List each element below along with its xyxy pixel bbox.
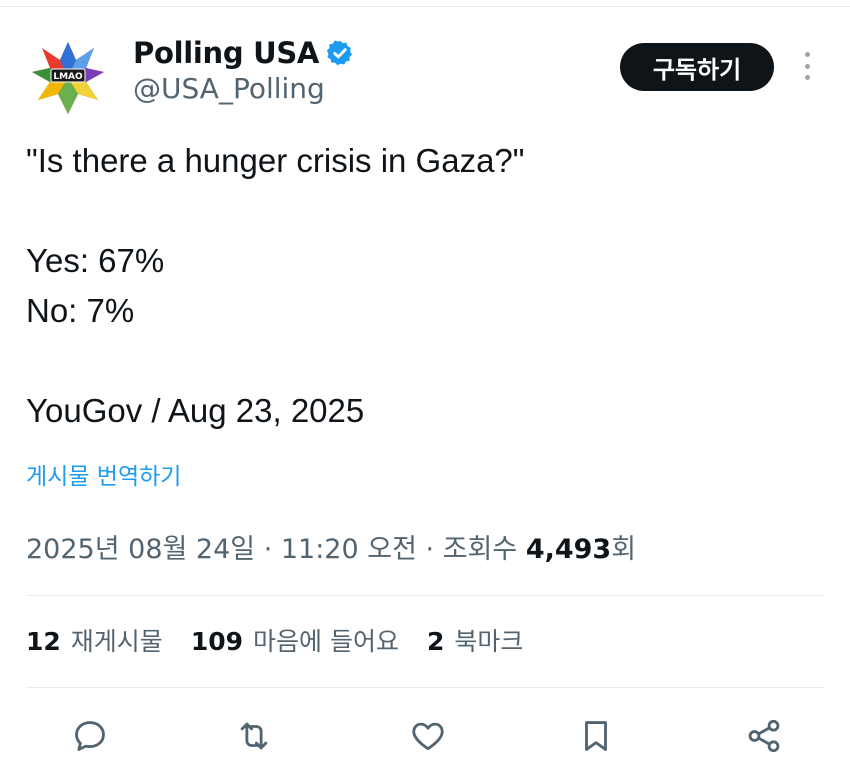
account-names: Polling USA @USA_Polling [133,34,354,105]
share-icon[interactable] [742,714,786,758]
avatar[interactable]: LMAO [28,38,108,118]
svg-text:LMAO: LMAO [53,72,83,82]
like-heart-icon[interactable] [406,714,450,758]
reposts-count: 12 [26,627,61,656]
bookmarks-count: 2 [426,627,445,656]
views-count: 4,493 [525,534,612,565]
tweet-text: "Is there a hunger crisis in Gaza?" Yes:… [26,136,826,436]
divider [26,595,824,596]
bookmark-icon[interactable] [574,714,618,758]
reposts-label: 재게시물 [70,627,163,656]
views-suffix: 회 [611,534,637,565]
tweet-header: LMAO Polling USA @USA_Polling 구독하기 [0,30,850,114]
tweet-meta: 2025년 08월 24일 · 11:20 오전 · 조회수 4,493회 [26,527,636,566]
translate-post-link[interactable]: 게시물 번역하기 [26,457,181,491]
avatar-logo-icon: LMAO [32,42,104,114]
reply-icon[interactable] [68,714,112,758]
tweet-line: Yes: 67% [26,242,165,279]
tweet-line: No: 7% [26,292,135,329]
likes-count: 109 [190,627,243,656]
tweet-timestamp[interactable]: 2025년 08월 24일 · 11:20 오전 · [26,534,443,565]
more-options-icon[interactable] [796,48,818,84]
views-label: 조회수 [442,534,518,565]
tweet-line: YouGov / Aug 23, 2025 [26,392,365,429]
display-name[interactable]: Polling USA [133,36,319,70]
bookmarks-stat[interactable]: 2 북마크 [427,622,523,658]
top-divider [0,6,850,7]
tweet-line: "Is there a hunger crisis in Gaza?" [26,142,525,179]
action-bar [0,708,850,768]
verified-badge-icon[interactable] [326,39,354,67]
bookmarks-label: 북마크 [454,627,524,656]
tweet-line [26,186,826,236]
subscribe-button[interactable]: 구독하기 [620,43,774,91]
repost-icon[interactable] [232,714,276,758]
display-name-row: Polling USA [133,34,354,72]
tweet-line [26,336,826,386]
more-dot [804,63,810,69]
engagement-stats: 12 재게시물 109 마음에 들어요 2 북마크 [26,622,551,658]
divider [26,687,824,688]
more-dot [804,75,810,80]
reposts-stat[interactable]: 12 재게시물 [26,622,163,658]
likes-label: 마음에 들어요 [253,627,399,656]
likes-stat[interactable]: 109 마음에 들어요 [191,622,399,658]
account-handle[interactable]: @USA_Polling [133,72,354,105]
more-dot [804,52,810,57]
